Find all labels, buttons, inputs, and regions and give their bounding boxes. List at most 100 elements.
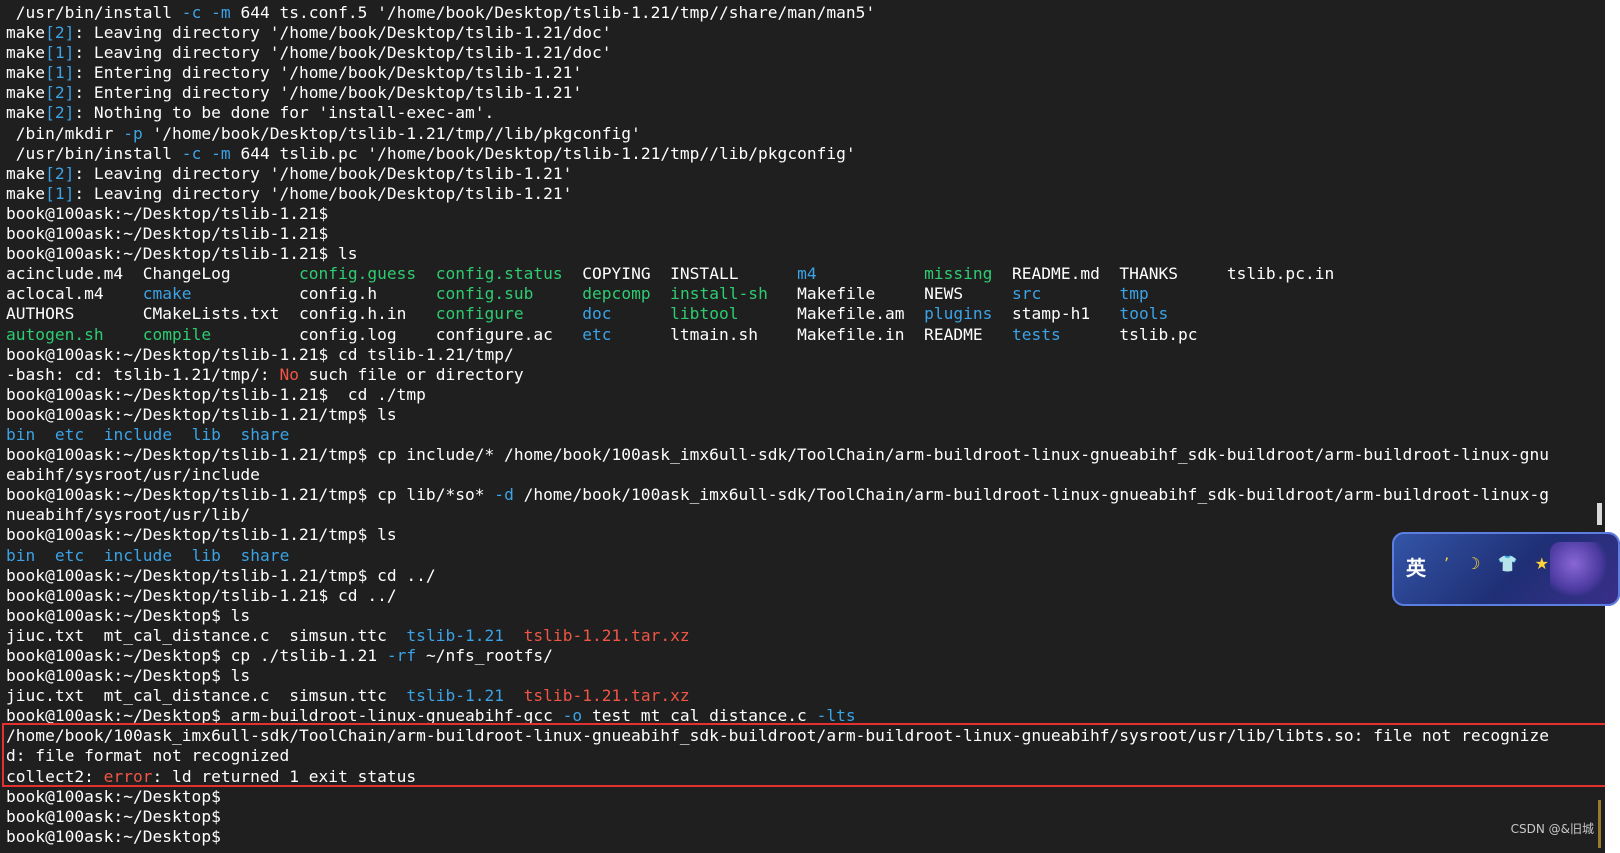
terminal-text: -rf: [386, 646, 417, 665]
terminal-text: -d: [494, 485, 514, 505]
ime-language-indicator[interactable]: 英: [1406, 552, 1426, 581]
terminal-text: share: [240, 424, 290, 444]
terminal-text: autogen.sh: [6, 324, 104, 344]
terminal-line: book@100ask:~/Desktop/tslib-1.21$ cd ./t…: [6, 385, 1549, 405]
terminal-text: book@100ask:~/Desktop/tslib-1.21$: [6, 203, 329, 223]
terminal-text: missing: [924, 264, 993, 284]
terminal-text: tslib-1.21: [406, 686, 505, 706]
terminal-line: AUTHORS CMakeLists.txt config.h.in confi…: [6, 304, 1549, 324]
terminal-text: aclocal.m4: [6, 284, 143, 304]
terminal-text: book@100ask:~/Desktop$: [6, 806, 221, 826]
terminal-text: -bash: cd: tslib-1.21/tmp/:: [6, 364, 280, 384]
ime-toolbar[interactable]: 英 ’ ☽ 👕 ★: [1392, 532, 1620, 606]
terminal-text: install-sh: [670, 284, 768, 304]
terminal-line: -bash: cd: tslib-1.21/tmp/: No such file…: [6, 365, 1549, 385]
terminal-text: etc: [54, 424, 85, 444]
terminal-text: plugins: [924, 304, 993, 324]
terminal-text: make: [6, 23, 46, 43]
terminal-text: book@100ask:~/Desktop/tslib-1.21$ cd ../: [6, 585, 397, 605]
terminal-text: ~/nfs_rootfs/: [416, 646, 553, 665]
terminal-line: book@100ask:~/Desktop$: [6, 827, 1549, 847]
terminal-text: : Leaving directory '/home/book/Desktop/…: [74, 43, 612, 63]
terminal-line: make[1]: Leaving directory '/home/book/D…: [6, 184, 1549, 204]
terminal-text: compile: [142, 324, 212, 344]
terminal-text: book@100ask:~/Desktop$ ls: [6, 605, 251, 625]
terminal-line: aclocal.m4 cmake config.h config.sub dep…: [6, 284, 1549, 304]
terminal-text: config.log configure.ac: [211, 324, 583, 344]
terminal-text: Makefile.am: [738, 304, 925, 324]
terminal-line: make[2]: Leaving directory '/home/book/D…: [6, 164, 1549, 184]
scrollbar-thumb[interactable]: [1597, 503, 1602, 525]
terminal-text: [1]: [45, 183, 75, 203]
terminal-text: [2]: [45, 23, 75, 43]
terminal-line: jiuc.txt mt_cal_distance.c simsun.ttc ts…: [6, 686, 1549, 706]
terminal-line: book@100ask:~/Desktop/tslib-1.21$ cd ../: [6, 586, 1549, 606]
terminal-text: /home/book/100ask_imx6ull-sdk/ToolChain/…: [513, 485, 1550, 505]
terminal-text: book@100ask:~/Desktop/tslib-1.21$ cd tsl…: [6, 344, 514, 364]
terminal-text: 644 tslib.pc '/home/book/Desktop/tslib-1…: [230, 143, 856, 163]
terminal-text: acinclude.m4 ChangeLog: [6, 264, 299, 284]
terminal-text: bin: [6, 545, 36, 565]
terminal-text: config.sub: [435, 284, 534, 304]
terminal-text: [1]: [45, 43, 75, 63]
terminal-text: doc: [582, 304, 612, 324]
terminal-text: [2]: [45, 103, 75, 123]
terminal-text: make: [6, 43, 46, 63]
terminal-text: book@100ask:~/Desktop/tslib-1.21$ cd ./t…: [6, 384, 426, 404]
csdn-watermark: CSDN @&旧城: [1510, 822, 1594, 836]
terminal-text: tslib-1.21: [406, 625, 505, 645]
terminal-text: -c: [181, 143, 202, 163]
terminal-text: bin: [6, 424, 36, 444]
terminal-text: book@100ask:~/Desktop/tslib-1.21/tmp$ ls: [6, 525, 397, 545]
terminal-text: share: [240, 545, 290, 565]
terminal-text: nueabihf/sysroot/usr/lib/: [6, 505, 251, 525]
terminal-text: make: [6, 183, 46, 203]
terminal-text: tslib.pc: [1060, 324, 1198, 344]
terminal-line: bin etc include lib share: [6, 425, 1549, 445]
terminal-text: tests: [1011, 324, 1061, 344]
terminal-text: lib: [191, 424, 221, 444]
terminal-text: m4: [797, 264, 817, 284]
terminal-text: : Leaving directory '/home/book/Desktop/…: [74, 183, 573, 203]
terminal-text: config.status: [435, 264, 563, 284]
terminal-line: book@100ask:~/Desktop$ ls: [6, 606, 1549, 626]
terminal-text: ltmain.sh Makefile.in README: [611, 324, 1012, 344]
terminal-window[interactable]: /usr/bin/install -c -m 644 ts.conf.5 '/h…: [0, 0, 1605, 853]
terminal-text: make: [6, 63, 46, 83]
terminal-line: make[2]: Leaving directory '/home/book/D…: [6, 23, 1549, 43]
terminal-text: -m: [211, 143, 231, 163]
terminal-line: make[1]: Entering directory '/home/book/…: [6, 63, 1549, 83]
terminal-text: stamp-h1: [992, 304, 1120, 324]
terminal-text: lib: [191, 545, 221, 565]
terminal-text: [2]: [45, 83, 75, 103]
terminal-line: autogen.sh compile config.log configure.…: [6, 325, 1549, 345]
terminal-text: etc: [54, 545, 85, 565]
terminal-text: [1]: [45, 63, 75, 83]
error-highlight-box: [2, 723, 1605, 787]
terminal-line: make[2]: Nothing to be done for 'install…: [6, 103, 1549, 123]
terminal-text: tools: [1119, 304, 1169, 324]
terminal-line: /bin/mkdir -p '/home/book/Desktop/tslib-…: [6, 124, 1549, 144]
terminal-text: COPYING INSTALL: [562, 264, 798, 284]
ime-status-icons[interactable]: ’ ☽ 👕 ★: [1444, 554, 1555, 573]
terminal-line: book@100ask:~/Desktop/tslib-1.21$: [6, 224, 1549, 244]
terminal-line: nueabihf/sysroot/usr/lib/: [6, 505, 1549, 525]
terminal-text: eabihf/sysroot/usr/include: [6, 465, 260, 485]
terminal-text: book@100ask:~/Desktop/tslib-1.21$: [6, 224, 329, 244]
terminal-text: 644 ts.conf.5 '/home/book/Desktop/tslib-…: [230, 3, 876, 22]
terminal-line: make[1]: Leaving directory '/home/book/D…: [6, 43, 1549, 63]
terminal-text: AUTHORS CMakeLists.txt config.h.in: [6, 304, 436, 324]
terminal-text: such file or directory: [299, 364, 524, 384]
terminal-text: tslib-1.21.tar.xz: [523, 686, 690, 706]
terminal-text: tslib-1.21.tar.xz: [523, 625, 690, 645]
